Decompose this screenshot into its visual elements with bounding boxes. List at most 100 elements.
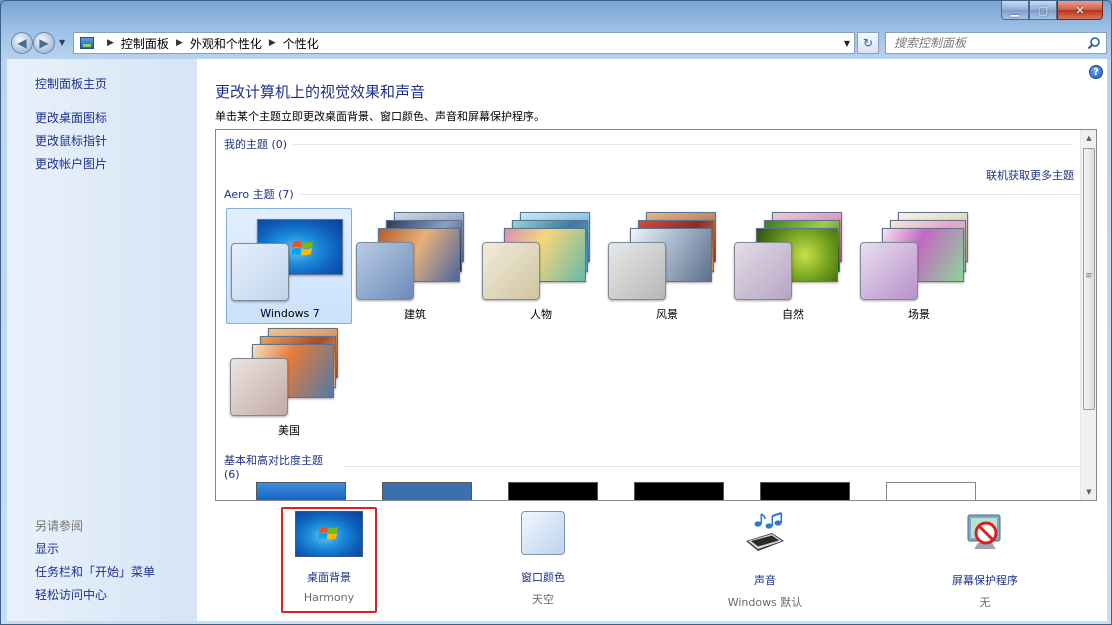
window-color-swatch [356,242,414,300]
back-button[interactable]: ◀ [11,32,33,54]
theme-label: Windows 7 [260,307,320,320]
theme-label: 人物 [530,308,552,321]
address-bar[interactable]: ▶ 控制面板 ▶ 外观和个性化 ▶ 个性化 ▼ [73,32,855,54]
close-icon: ✕ [1075,3,1085,17]
chevron-down-icon: ▼ [59,38,66,47]
basic-themes-heading: 基本和高对比度主题 (6) [224,454,323,481]
breadcrumb-arrow-icon[interactable]: ▶ [269,38,276,48]
theme-nature[interactable]: 自然 [730,208,856,324]
window-color-swatch [231,243,289,301]
scroll-thumb[interactable] [1083,148,1095,410]
minimize-button[interactable]: ▁ [1001,1,1029,20]
window-color-item[interactable]: 窗口颜色 天空 [453,511,633,607]
theme-united-states[interactable]: 美国 [226,324,352,440]
group-divider [343,466,1096,467]
get-more-themes-link[interactable]: 联机获取更多主题 [986,167,1074,183]
window-color-label: 窗口颜色 [521,571,565,584]
left-pane: 控制面板主页 更改桌面图标 更改鼠标指针 更改帐户图片 另请参阅 显示 任务栏和… [7,59,197,621]
theme-high-contrast-2[interactable] [634,482,724,500]
theme-windows-7[interactable]: Windows 7 [226,208,352,324]
display-link[interactable]: 显示 [35,540,59,557]
forward-arrow-icon: ▶ [39,36,49,50]
address-dropdown-icon[interactable]: ▼ [844,39,850,48]
forward-button[interactable]: ▶ [33,32,55,54]
see-also-heading: 另请参阅 [35,519,84,533]
close-button[interactable]: ✕ [1057,1,1103,20]
theme-label: 美国 [278,424,300,437]
theme-landscapes[interactable]: 风景 [604,208,730,324]
breadcrumb-appearance[interactable]: 外观和个性化 [190,35,262,52]
maximize-icon: ▢ [1037,3,1049,17]
main-pane: ? 更改计算机上的视觉效果和声音 单击某个主题立即更改桌面背景、窗口颜色、声音和… [197,59,1107,621]
theme-windows-classic[interactable] [382,482,472,500]
theme-high-contrast-1[interactable] [508,482,598,500]
recent-pages-dropdown[interactable]: ▼ [59,38,65,47]
my-themes-heading: 我的主题 (0) [224,138,288,151]
theme-windows-7-basic[interactable] [256,482,346,500]
screen-saver-label: 屏幕保护程序 [952,574,1018,587]
breadcrumb-personalization[interactable]: 个性化 [283,35,319,52]
window-color-swatch [608,242,666,300]
search-box[interactable] [885,32,1107,54]
change-account-picture-link[interactable]: 更改帐户图片 [35,155,107,172]
theme-label: 建筑 [404,308,426,321]
screen-saver-item[interactable]: 屏幕保护程序 无 [895,511,1075,610]
windows-logo-icon [319,526,338,540]
theme-list-scrollbar[interactable]: ▲ ▼ [1080,130,1096,500]
window-color-swatch [482,242,540,300]
scroll-up-icon[interactable]: ▲ [1081,130,1096,146]
refresh-icon: ↻ [862,36,874,50]
change-mouse-pointers-link[interactable]: 更改鼠标指针 [35,132,107,149]
theme-characters[interactable]: 人物 [478,208,604,324]
search-icon[interactable] [1087,36,1101,50]
desktop-background-item[interactable]: 桌面背景 Harmony [239,511,419,604]
breadcrumb-control-panel[interactable]: 控制面板 [121,35,169,52]
theme-list[interactable]: 我的主题 (0) 联机获取更多主题 Aero 主题 (7) Windows 7 [215,129,1097,501]
breadcrumb-arrow-icon[interactable]: ▶ [107,38,114,48]
search-input[interactable] [894,36,1084,50]
refresh-button[interactable]: ↻ [857,32,879,54]
basic-themes-group: 基本和高对比度主题 (6) [224,452,1096,481]
window-color-icon [521,511,565,555]
theme-architecture[interactable]: 建筑 [352,208,478,324]
aero-themes-heading: Aero 主题 (7) [224,188,294,201]
back-arrow-icon: ◀ [17,36,27,50]
window-color-swatch [734,242,792,300]
change-desktop-icons-link[interactable]: 更改桌面图标 [35,109,107,126]
breadcrumb-arrow-icon[interactable]: ▶ [176,38,183,48]
control-panel-icon [80,37,94,49]
window-frame: ▁ ▢ ✕ ◀ ▶ ▼ ▶ 控制面板 ▶ 外观和个性化 ▶ 个性化 ▼ ↻ 控制… [0,0,1112,625]
theme-label: 风景 [656,308,678,321]
sounds-item[interactable]: 声音 Windows 默认 [675,511,855,610]
group-divider [299,193,1080,195]
my-themes-group: 我的主题 (0) [224,136,1074,152]
desktop-background-icon [295,511,363,557]
theme-high-contrast-black[interactable] [760,482,850,500]
window-color-swatch [230,358,288,416]
address-row: ◀ ▶ ▼ ▶ 控制面板 ▶ 外观和个性化 ▶ 个性化 ▼ ↻ [7,30,1107,56]
screen-saver-value: 无 [979,596,991,609]
caption-buttons: ▁ ▢ ✕ [1001,1,1103,20]
theme-high-contrast-white[interactable] [886,482,976,500]
sounds-label: 声音 [754,574,776,587]
sound-keyboard-icon [746,512,784,551]
control-panel-home-link[interactable]: 控制面板主页 [35,75,107,92]
window-color-value: 天空 [532,593,554,606]
group-divider [293,143,1074,145]
sounds-value: Windows 默认 [727,596,803,609]
scroll-down-icon[interactable]: ▼ [1081,484,1096,500]
desktop-background-value: Harmony [303,591,355,604]
page-title: 更改计算机上的视觉效果和声音 [215,83,426,101]
ease-of-access-link[interactable]: 轻松访问中心 [35,586,107,603]
page-subtitle: 单击某个主题立即更改桌面背景、窗口颜色、声音和屏幕保护程序。 [215,110,545,123]
theme-label: 场景 [908,308,930,321]
minimize-icon: ▁ [1010,3,1020,17]
taskbar-start-menu-link[interactable]: 任务栏和「开始」菜单 [35,563,155,580]
theme-label: 自然 [782,308,804,321]
aero-themes-group: Aero 主题 (7) [224,186,1080,202]
help-icon[interactable]: ? [1089,65,1103,79]
desktop-background-label: 桌面背景 [307,571,351,584]
maximize-button[interactable]: ▢ [1029,1,1057,20]
theme-scenes[interactable]: 场景 [856,208,982,324]
screen-saver-icon [967,514,1001,549]
